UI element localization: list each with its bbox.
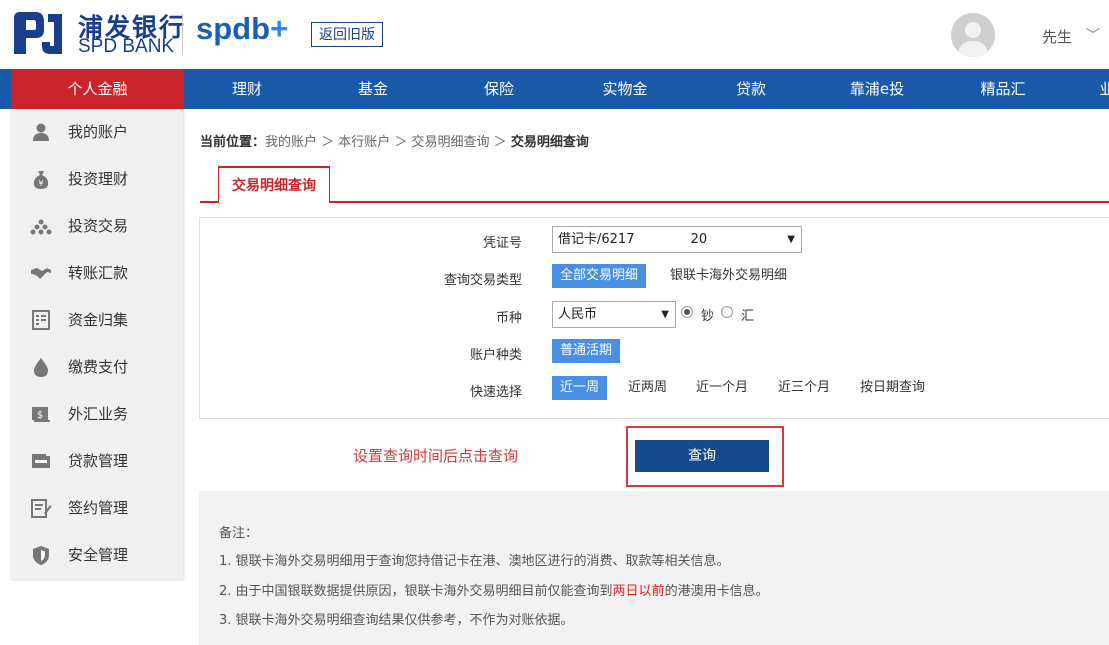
sidebar-item-fund-collection[interactable]: 资金归集 — [10, 297, 183, 344]
user-avatar-icon — [951, 13, 995, 57]
svg-text:¥: ¥ — [38, 179, 43, 188]
type-all-transactions[interactable]: 全部交易明细 — [552, 264, 647, 288]
wallet-icon — [32, 454, 50, 468]
sidebar-item-forex[interactable]: $ 外汇业务 — [10, 391, 183, 438]
chevron-down-icon[interactable]: ﹀ — [1086, 25, 1100, 45]
sidebar-item-loan-management[interactable]: 贷款管理 — [10, 438, 183, 485]
nav-item-business[interactable]: 业 — [1092, 69, 1109, 109]
sidebar-item-transfer[interactable]: 转账汇款 — [10, 250, 183, 297]
note-line-1: 1. 银联卡海外交易明细用于查询您持借记卡在港、澳地区进行的消费、取款等相关信息… — [219, 554, 730, 569]
cash-label: 钞 — [701, 309, 715, 324]
sidebar-item-contract-management[interactable]: 签约管理 — [10, 485, 183, 532]
currency-label: 币种 — [495, 311, 522, 326]
sidebar-item-label: 签约管理 — [68, 499, 129, 517]
sidebar-item-label: 安全管理 — [68, 546, 129, 564]
dropdown-caret-icon: ▼ — [787, 234, 795, 245]
sidebar-item-investment[interactable]: ¥ 投资理财 — [10, 156, 183, 203]
nav-item-e-invest[interactable]: 靠浦e投 — [840, 69, 914, 109]
voucher-select[interactable]: 借记卡/6217 20 ▼ — [552, 226, 802, 253]
breadcrumb: 当前位置：我的账户 ＞ 本行账户 ＞ 交易明细查询 ＞ 交易明细查询 — [200, 131, 589, 150]
spdb-plus-brand: spdb+ — [196, 11, 288, 47]
note-line-3: 3. 银联卡海外交易明细查询结果仅供参考，不作为对账依据。 — [219, 613, 574, 628]
svg-text:$: $ — [37, 410, 43, 421]
currency-icon: $ — [32, 407, 50, 422]
shield-icon — [33, 546, 49, 565]
user-name[interactable]: 先生 — [1042, 26, 1072, 47]
quick-select-label: 快速选择 — [469, 385, 522, 400]
note-line-2-post: 的港澳用卡信息。 — [664, 584, 769, 599]
quick-three-months[interactable]: 近三个月 — [770, 376, 838, 400]
quick-two-weeks[interactable]: 近两周 — [620, 376, 675, 400]
drop-icon — [34, 358, 48, 377]
quick-by-date[interactable]: 按日期查询 — [852, 376, 933, 400]
nav-item-gold[interactable]: 实物金 — [588, 69, 662, 109]
ledger-icon — [32, 310, 50, 330]
sidebar-item-label: 缴费支付 — [68, 358, 129, 376]
pyramid-icon — [30, 219, 52, 235]
remit-label: 汇 — [741, 309, 755, 324]
sidebar-item-label: 贷款管理 — [68, 452, 129, 470]
sidebar-item-label: 投资交易 — [68, 217, 129, 235]
currency-value: 人民币 — [558, 307, 598, 322]
dropdown-caret-icon: ▼ — [661, 309, 669, 320]
sidebar-item-label: 投资理财 — [68, 170, 129, 188]
sidebar: 我的账户 ¥ 投资理财 投资交易 转账汇款 资金归集 缴费支付 $ 外汇业务 贷… — [10, 109, 183, 579]
nav-item-loan[interactable]: 贷款 — [714, 69, 788, 109]
sidebar-item-label: 外汇业务 — [68, 405, 129, 423]
sidebar-item-label: 转账汇款 — [68, 264, 129, 282]
note-line-2-pre: 2. 由于中国银联数据提供原因，银联卡海外交易明细目前仅能查询到 — [219, 584, 613, 599]
currency-select[interactable]: 人民币 ▼ — [552, 301, 676, 328]
sidebar-item-security[interactable]: 安全管理 — [10, 532, 183, 579]
nav-item-insurance[interactable]: 保险 — [462, 69, 536, 109]
main-nav: 个人金融 理财 基金 保险 实物金 贷款 靠浦e投 精品汇 业 — [0, 69, 1109, 109]
user-icon — [33, 123, 49, 141]
sidebar-item-trading[interactable]: 投资交易 — [10, 203, 183, 250]
plus-icon: + — [270, 11, 289, 46]
sidebar-item-payment[interactable]: 缴费支付 — [10, 344, 183, 391]
voucher-label: 凭证号 — [482, 236, 522, 251]
sidebar-item-my-account[interactable]: 我的账户 — [10, 109, 183, 156]
nav-item-fund[interactable]: 基金 — [336, 69, 410, 109]
query-hint: 设置查询时间后点击查询 — [353, 447, 519, 465]
type-label: 查询交易类型 — [443, 273, 522, 288]
sidebar-item-label: 资金归集 — [68, 311, 129, 329]
nav-item-wealth[interactable]: 理财 — [210, 69, 284, 109]
nav-item-boutique[interactable]: 精品汇 — [966, 69, 1040, 109]
voucher-value: 借记卡/6217 20 — [558, 232, 708, 247]
tab-transaction-query[interactable]: 交易明细查询 — [218, 166, 330, 203]
nav-item-personal-finance[interactable]: 个人金融 — [11, 69, 184, 109]
logo-english-name: SPD BANK — [78, 36, 175, 57]
remit-radio[interactable] — [721, 306, 733, 318]
avatar[interactable] — [951, 13, 995, 57]
tab-underline — [200, 201, 1109, 203]
account-type-label: 账户种类 — [469, 348, 522, 363]
old-version-button[interactable]: 返回旧版 — [311, 22, 383, 47]
handshake-icon — [31, 268, 51, 279]
note-line-2: 2. 由于中国银联数据提供原因，银联卡海外交易明细目前仅能查询到两日以前的港澳用… — [219, 580, 769, 599]
money-bag-icon: ¥ — [33, 171, 49, 189]
query-button[interactable]: 查询 — [635, 440, 769, 472]
query-form: 凭证号 借记卡/6217 20 ▼ 查询交易类型 全部交易明细 银联卡海外交易明… — [199, 217, 1109, 419]
quick-one-week[interactable]: 近一周 — [552, 376, 608, 400]
spdb-logo-icon[interactable] — [10, 10, 66, 56]
header: 浦发银行 SPD BANK spdb+ 返回旧版 先生 ﹀ — [0, 0, 1109, 69]
contract-icon — [31, 499, 52, 518]
account-type-current[interactable]: 普通活期 — [552, 339, 621, 363]
sidebar-item-label: 我的账户 — [68, 123, 129, 141]
breadcrumb-prefix: 当前位置： — [200, 135, 266, 150]
notes-title: 备注： — [219, 526, 259, 541]
breadcrumb-path[interactable]: 我的账户 ＞ 本行账户 ＞ 交易明细查询 ＞ — [265, 135, 507, 150]
brand-text: spdb — [196, 11, 271, 46]
logo-divider — [182, 14, 183, 54]
notes-panel: 备注： 1. 银联卡海外交易明细用于查询您持借记卡在港、澳地区进行的消费、取款等… — [199, 491, 1109, 645]
breadcrumb-current: 交易明细查询 — [510, 135, 589, 150]
quick-one-month[interactable]: 近一个月 — [688, 376, 756, 400]
cash-radio[interactable] — [681, 306, 693, 318]
type-unionpay-overseas[interactable]: 银联卡海外交易明细 — [662, 264, 795, 288]
note-line-2-highlight: 两日以前 — [612, 584, 665, 599]
